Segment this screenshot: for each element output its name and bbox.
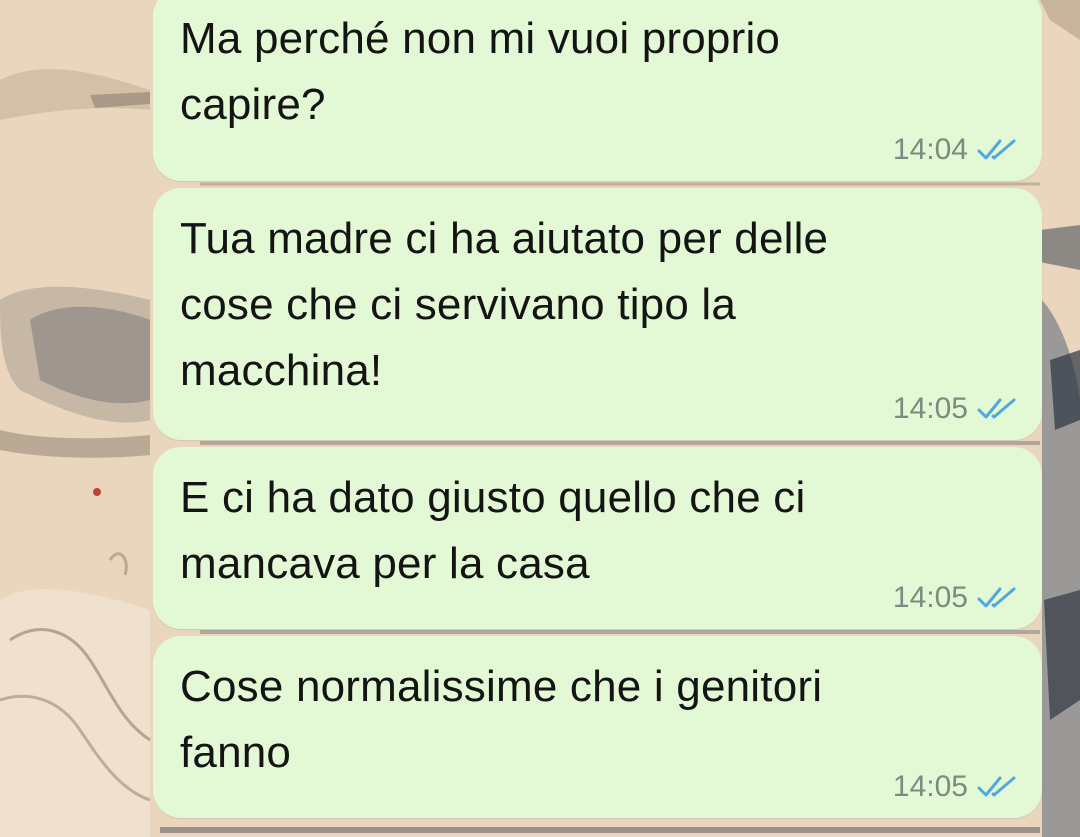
outgoing-message-bubble[interactable]: Tua madre ci ha aiutato per delle cose c… <box>153 188 1042 440</box>
outgoing-message-bubble[interactable]: Ma perché non mi vuoi proprio capire? 14… <box>153 0 1042 181</box>
outgoing-message-bubble[interactable]: E ci ha dato giusto quello che ci mancav… <box>153 447 1042 629</box>
message-text: E ci ha dato giusto quello che ci mancav… <box>180 473 806 588</box>
message-time: 14:05 <box>892 392 968 425</box>
double-check-icon <box>976 774 1018 800</box>
message-time: 14:04 <box>892 133 968 166</box>
outgoing-message-bubble[interactable]: Cose normalissime che i genitori fanno 1… <box>153 636 1042 818</box>
double-check-icon <box>976 585 1018 611</box>
message-meta: 14:05 <box>893 581 1018 615</box>
message-time: 14:05 <box>892 770 968 803</box>
chat-thread: Ma perché non mi vuoi proprio capire? 14… <box>0 0 1080 837</box>
double-check-icon <box>976 137 1018 163</box>
message-meta: 14:05 <box>893 392 1018 426</box>
double-check-icon <box>976 396 1018 422</box>
message-meta: 14:05 <box>893 770 1018 804</box>
message-time: 14:05 <box>892 581 968 614</box>
message-text: Ma perché non mi vuoi proprio capire? <box>180 14 781 129</box>
message-text: Tua madre ci ha aiutato per delle cose c… <box>180 214 829 395</box>
message-meta: 14:04 <box>893 133 1018 167</box>
message-text: Cose normalissime che i genitori fanno <box>180 662 823 777</box>
